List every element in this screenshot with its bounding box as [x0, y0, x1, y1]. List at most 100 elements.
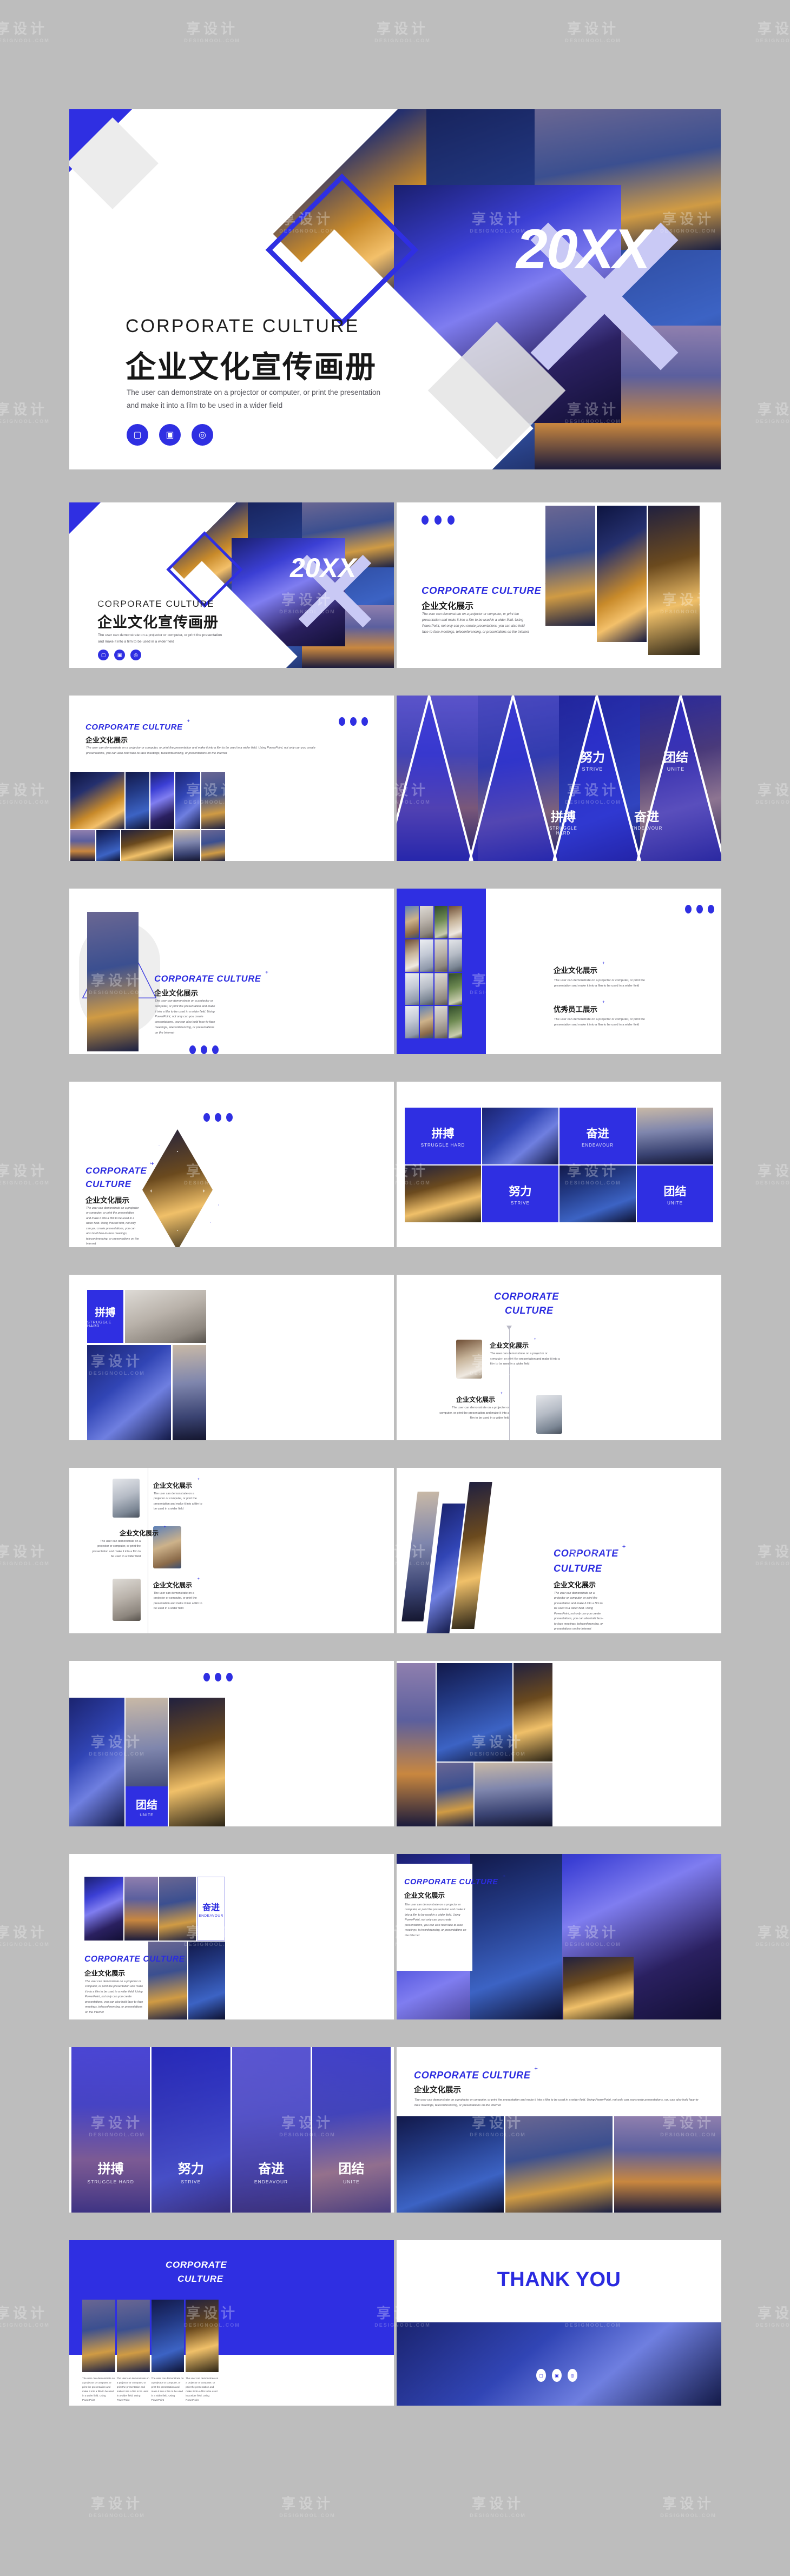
timeline-body-2: The user can demonstrate on a projector …	[439, 1406, 509, 1420]
slide-culture-split[interactable]: CORPORATE CULTURE 企业文化展示 The user can de…	[397, 1854, 721, 2019]
panel-caption-3: The user can demonstrate on a projector …	[151, 2377, 184, 2402]
camera-icon[interactable]: ◎	[192, 424, 213, 446]
slide-bridge-triangle[interactable]: CORPORATE CULTURE 企业文化展示 The user can de…	[69, 889, 394, 1054]
timeline-title-2: 企业文化展示	[120, 1524, 166, 1538]
dot-3[interactable]	[447, 515, 455, 525]
grid-photo-14	[419, 1006, 433, 1038]
slide-zigzag-keywords[interactable]: 努力 STRIVE 团结 UNITE 拼搏 STRUGGLE HARD 奋进 E…	[397, 696, 721, 861]
dot-2[interactable]	[696, 905, 703, 913]
dot-row[interactable]	[422, 515, 455, 525]
dot-1[interactable]	[339, 717, 345, 726]
cover-icon-row[interactable]: ▢ ▣ ◎	[127, 424, 213, 446]
slide-three-photo-strips[interactable]: CORPORATE CULTURE 企业文化展示 The user can de…	[397, 502, 721, 668]
grid-photo-16	[449, 1006, 462, 1038]
cell-photo-tower	[637, 1108, 713, 1164]
paragraph: The user can demonstrate on a projector …	[98, 633, 222, 644]
slides-icon[interactable]: ▣	[552, 2369, 562, 2382]
timeline-title-2: 企业文化展示	[456, 1390, 503, 1404]
banner-endeavour: 奋进 ENDEAVOUR	[232, 2047, 311, 2213]
dot-row[interactable]	[189, 1045, 219, 1054]
mos-4	[437, 1763, 473, 1826]
dot-1[interactable]	[685, 905, 692, 913]
grid-photo-4	[449, 906, 462, 938]
slide-endeavour-collage[interactable]: 奋进 ENDEAVOUR CORPORATE CULTURE 企业文化展示 Th…	[69, 1854, 394, 2019]
mosaic-7	[96, 830, 120, 861]
dot-3[interactable]	[361, 717, 368, 726]
book-icon[interactable]: ▢	[98, 650, 109, 660]
dot-row[interactable]	[203, 1113, 233, 1122]
watermark-mark: 享设计DESIGNOOL.COM	[0, 21, 50, 43]
grid-photo-3	[434, 906, 448, 938]
keyword-unite-tile: 团结 UNITE	[126, 1786, 168, 1826]
dot-3[interactable]	[212, 1045, 219, 1054]
cn-title: 企业文化展示	[85, 736, 128, 744]
hdr-photo-3	[614, 2116, 721, 2213]
thankyou-icon-row[interactable]: ▢ ▣ ◎	[536, 2369, 577, 2382]
slide-thank-you[interactable]: THANK YOU ▢ ▣ ◎	[397, 2240, 721, 2406]
timeline-title-1: 企业文化展示	[490, 1336, 536, 1350]
slide-struggle-collage[interactable]: 拼搏 STRUGGLE HARD	[69, 1275, 394, 1440]
slide-timeline-two[interactable]: CORPORATE CULTURE 企业文化展示 The user can de…	[397, 1275, 721, 1440]
unite-photo-1	[69, 1698, 124, 1826]
dot-2[interactable]	[215, 1673, 221, 1681]
dot-1[interactable]	[422, 515, 429, 525]
banner-row: 拼搏 STRUGGLE HARD 努力 STRIVE 奋进 ENDEAVOUR	[71, 2047, 391, 2213]
mos-3	[514, 1663, 552, 1762]
en-title-line1: CORPORATE	[554, 1544, 626, 1559]
book-icon[interactable]: ▢	[127, 424, 148, 446]
dot-2[interactable]	[435, 515, 442, 525]
book-icon[interactable]: ▢	[536, 2369, 546, 2382]
dot-row[interactable]	[339, 717, 368, 726]
dot-1[interactable]	[203, 1113, 210, 1122]
slide-slanted-strips[interactable]: CORPORATE CULTURE 企业文化展示 The user can de…	[397, 1468, 721, 1633]
slide-culture-header-photos[interactable]: CORPORATE CULTURE 企业文化展示 The user can de…	[397, 2047, 721, 2213]
timeline-body-3: The user can demonstrate on a projector …	[154, 1592, 202, 1611]
corner-triangle	[69, 502, 101, 534]
watermark-mark: 享设计DESIGNOOL.COM	[0, 1924, 50, 1947]
dot-row[interactable]	[685, 905, 714, 913]
panel-photo-1	[82, 2300, 115, 2372]
slide-grid-16-photos[interactable]: 企业文化展示 The user can demonstrate on a pro…	[397, 889, 721, 1054]
icon-row[interactable]: ▢ ▣ ◎	[98, 650, 141, 660]
dot-2[interactable]	[215, 1113, 221, 1122]
grid-photo-5	[405, 939, 419, 972]
slide-photo-mosaic[interactable]: CORPORATE CULTURE 企业文化展示 The user can de…	[69, 696, 394, 861]
dot-2[interactable]	[350, 717, 357, 726]
timeline-photo-1	[456, 1340, 482, 1379]
slides-icon[interactable]: ▣	[114, 650, 125, 660]
cover-slide[interactable]: 20XX CORPORATE CULTURE 企业文化宣传画册 The user…	[69, 109, 721, 469]
mosaic-10	[201, 830, 225, 861]
slide-four-keyword-banner[interactable]: 拼搏 STRUGGLE HARD 努力 STRIVE 奋进 ENDEAVOUR	[69, 2047, 394, 2213]
body-text: The user can demonstrate on a projector …	[85, 1980, 143, 2014]
unite-photo-3	[169, 1698, 225, 1826]
slide-blue-panel-four[interactable]: CORPORATE CULTURE The user can demonstra…	[69, 2240, 394, 2406]
panel-caption-2: The user can demonstrate on a projector …	[116, 2377, 149, 2402]
en-title-line2: CULTURE	[554, 1563, 602, 1574]
slides-icon[interactable]: ▣	[159, 424, 181, 446]
cell-struggle: 拼搏 STRUGGLE HARD	[405, 1108, 481, 1164]
slide-keyword-quad-grid[interactable]: 拼搏 STRUGGLE HARD 奋进 ENDEAVOUR 努力 STRIVE …	[397, 1082, 721, 1247]
slide-photo-mosaic-b[interactable]	[397, 1661, 721, 1826]
watermark-mark: 享设计DESIGNOOL.COM	[0, 1163, 50, 1186]
banner-strive: 努力 STRIVE	[152, 2047, 231, 2213]
slide-diamond-building[interactable]: CORPORATE CULTURE 企业文化展示 The user can de…	[69, 1082, 394, 1247]
grid-photo-11	[434, 972, 448, 1005]
dot-1[interactable]	[189, 1045, 196, 1054]
dot-3[interactable]	[226, 1113, 233, 1122]
slide-cover-duplicate[interactable]: 20XX CORPORATE CULTURE 企业文化宣传画册 The user…	[69, 502, 394, 668]
dot-2[interactable]	[201, 1045, 207, 1054]
photo-bridge	[87, 912, 139, 1051]
dot-1[interactable]	[203, 1673, 210, 1681]
dot-row[interactable]	[203, 1673, 233, 1681]
slide-timeline-three[interactable]: 企业文化展示 The user can demonstrate on a pro…	[69, 1468, 394, 1633]
camera-icon[interactable]: ◎	[568, 2369, 577, 2382]
panel-photo-2	[116, 2300, 150, 2372]
slide-unite-collage[interactable]: 团结 UNITE	[69, 1661, 394, 1826]
dot-3[interactable]	[708, 905, 714, 913]
cn-title-staff: 优秀员工展示	[554, 999, 605, 1014]
keyword-strive: 努力 STRIVE	[580, 750, 605, 772]
dot-3[interactable]	[226, 1673, 233, 1681]
cn-title-culture: 企业文化展示	[554, 960, 605, 975]
camera-icon[interactable]: ◎	[130, 650, 141, 660]
mos-5	[475, 1763, 552, 1826]
